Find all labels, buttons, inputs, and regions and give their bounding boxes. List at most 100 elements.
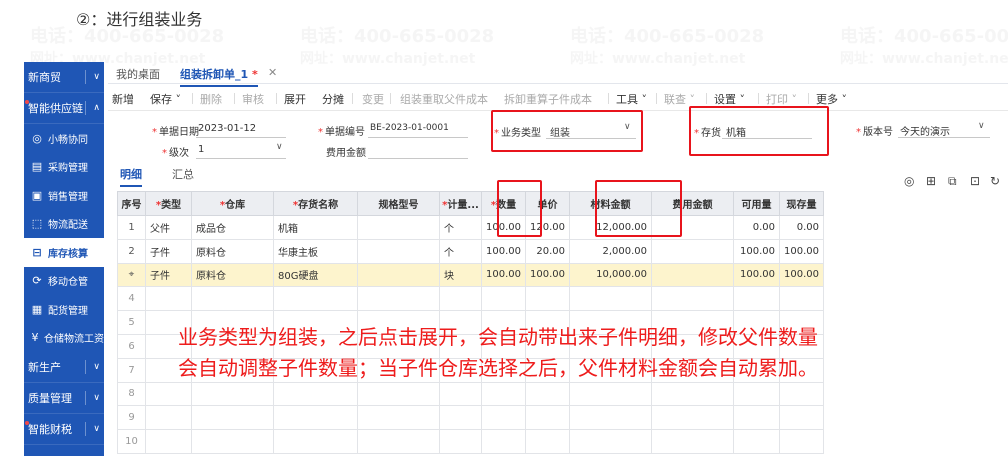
toolbar-button-5[interactable]: 分摊 [322,91,344,107]
chevron-icon[interactable]: ∨ [93,393,100,403]
copy-icon[interactable]: ⧉ [948,174,957,189]
table-cell[interactable]: 子件 [145,238,192,264]
toolbar-button-7[interactable]: 组装重取父件成本 [400,91,488,107]
table-cell[interactable] [273,429,358,454]
toolbar-button-1[interactable]: 保存 ˅ [150,91,181,107]
table-cell[interactable]: 原料仓 [191,238,274,264]
table-cell[interactable]: 子件 [145,262,192,288]
table-cell[interactable] [357,381,440,407]
table-cell[interactable]: 个 [439,215,482,240]
row-edit-icon[interactable]: ⌖ [117,262,146,288]
grid-icon[interactable]: ⊞ [926,174,936,188]
table-cell[interactable]: 机箱 [273,215,358,240]
toolbar-button-4[interactable]: 展开 [284,91,306,107]
column-header[interactable]: *类型 [145,191,192,216]
tab-close-icon[interactable]: ✕ [268,66,277,79]
table-cell[interactable] [525,429,570,454]
table-cell[interactable] [481,405,526,431]
table-cell[interactable] [191,429,274,454]
table-row[interactable]: 9 [117,405,824,431]
column-header[interactable]: *仓库 [191,191,274,216]
table-cell[interactable] [779,405,824,431]
table-cell[interactable]: 100.00 [733,262,780,288]
column-header[interactable]: 可用量 [733,191,780,216]
table-cell[interactable]: 100.00 [779,262,824,288]
sidebar-item-7[interactable]: ⟳ 移动仓管 [24,267,104,296]
table-cell[interactable] [481,429,526,454]
table-cell[interactable] [651,405,734,431]
table-cell[interactable] [651,238,734,264]
sidebar-item-5[interactable]: ⬚ 物流配送 [24,210,104,239]
table-cell[interactable]: 100.00 [525,262,570,288]
table-cell[interactable] [145,286,192,312]
table-cell[interactable]: 100.00 [733,238,780,264]
table-cell[interactable] [273,405,358,431]
table-cell[interactable]: 100.00 [481,262,526,288]
code-field[interactable]: BE-2023-01-0001 [370,123,449,133]
table-cell[interactable]: 4 [117,286,146,312]
table-cell[interactable] [569,429,652,454]
table-cell[interactable]: 个 [439,238,482,264]
column-header[interactable]: *计量... [439,191,482,216]
table-cell[interactable] [191,405,274,431]
sidebar-item-11[interactable]: 质量管理 ∨ [24,383,104,414]
table-cell[interactable]: 块 [439,262,482,288]
table-cell[interactable] [357,238,440,264]
toolbar-button-12[interactable]: 打印 ˅ [766,91,797,107]
table-cell[interactable] [733,286,780,312]
table-cell[interactable] [779,429,824,454]
subtab-summary[interactable]: 汇总 [172,166,194,182]
version-chevron-down-icon[interactable]: ∨ [978,121,985,131]
tab-home[interactable]: 我的桌面 [116,66,160,82]
table-cell[interactable]: 华康主板 [273,238,358,264]
table-cell[interactable]: 2,000.00 [569,238,652,264]
table-cell[interactable] [145,381,192,407]
table-cell[interactable]: 10 [117,429,146,454]
level-select[interactable]: 1 [198,144,204,155]
table-cell[interactable] [145,429,192,454]
toolbar-button-11[interactable]: 设置 ˅ [714,91,745,107]
table-cell[interactable]: 0.00 [733,215,780,240]
table-row[interactable]: ⌖ 子件 原料仓 80G硬盘块 100.00 100.00 10,000.00 100.00 1… [117,262,824,288]
table-cell[interactable] [357,262,440,288]
sidebar-item-3[interactable]: ▤ 采购管理 [24,153,104,182]
table-cell[interactable] [733,429,780,454]
chevron-icon[interactable]: ∨ [93,362,100,372]
column-header[interactable]: 规格型号 [357,191,440,216]
toolbar-button-8[interactable]: 拆卸重算子件成本 [504,91,592,107]
table-cell[interactable] [569,405,652,431]
table-row[interactable]: 4 [117,286,824,312]
table-cell[interactable]: 7 [117,357,146,383]
table-cell[interactable] [191,286,274,312]
table-cell[interactable] [779,381,824,407]
table-cell[interactable] [733,405,780,431]
table-cell[interactable] [651,429,734,454]
table-cell[interactable] [733,381,780,407]
table-cell[interactable] [357,405,440,431]
table-cell[interactable]: 20.00 [525,238,570,264]
level-chevron-down-icon[interactable]: ∨ [276,142,283,152]
table-cell[interactable] [145,405,192,431]
table-cell[interactable] [273,381,358,407]
sidebar-item-2[interactable]: ◎ 小畅协同 [24,124,104,153]
table-cell[interactable]: 6 [117,333,146,359]
table-cell[interactable]: 80G硬盘 [273,262,358,288]
column-header[interactable]: *存货名称 [273,191,358,216]
table-cell[interactable] [191,381,274,407]
table-cell[interactable]: 5 [117,310,146,335]
table-cell[interactable]: 父件 [145,215,192,240]
toolbar-button-10[interactable]: 联查 ˅ [664,91,695,107]
table-cell[interactable] [569,286,652,312]
sidebar-item-12[interactable]: 智能财税 ∨ [24,414,104,445]
table-cell[interactable] [439,381,482,407]
table-cell[interactable] [273,286,358,312]
chevron-icon[interactable]: ∨ [93,72,100,82]
table-cell[interactable]: 1 [117,215,146,240]
table-cell[interactable]: 2 [117,238,146,264]
table-cell[interactable] [525,405,570,431]
table-cell[interactable]: 成品仓 [191,215,274,240]
table-cell[interactable] [481,286,526,312]
sidebar-item-0[interactable]: 新商贸 ∨ [24,62,104,93]
chevron-icon[interactable]: ∧ [93,103,100,113]
table-cell[interactable] [651,286,734,312]
